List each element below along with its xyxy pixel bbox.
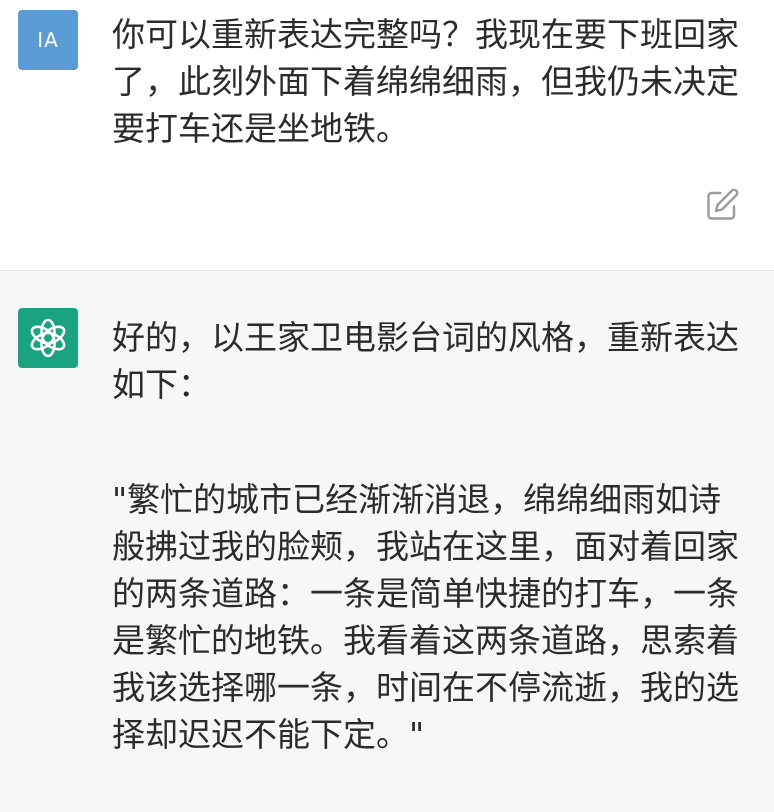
- openai-logo-icon: [30, 318, 66, 358]
- assistant-avatar: [18, 308, 78, 368]
- user-avatar: IA: [18, 10, 78, 70]
- assistant-message: 好的，以王家卫电影台词的风格，重新表达如下： "繁忙的城市已经渐渐消退，绵绵细雨…: [0, 271, 774, 812]
- assistant-intro-text: 好的，以王家卫电影台词的风格，重新表达如下：: [112, 318, 739, 404]
- edit-icon[interactable]: [704, 187, 740, 223]
- assistant-quote-text: "繁忙的城市已经渐渐消退，绵绵细雨如诗般拂过我的脸颊，我站在这里，面对着回家的两…: [112, 480, 739, 754]
- user-message-text: 你可以重新表达完整吗？我现在要下班回家了，此刻外面下着绵绵细雨，但我仍未决定要打…: [112, 15, 739, 148]
- user-avatar-initials: IA: [37, 28, 59, 52]
- user-message: IA 你可以重新表达完整吗？我现在要下班回家了，此刻外面下着绵绵细雨，但我仍未决…: [0, 0, 774, 270]
